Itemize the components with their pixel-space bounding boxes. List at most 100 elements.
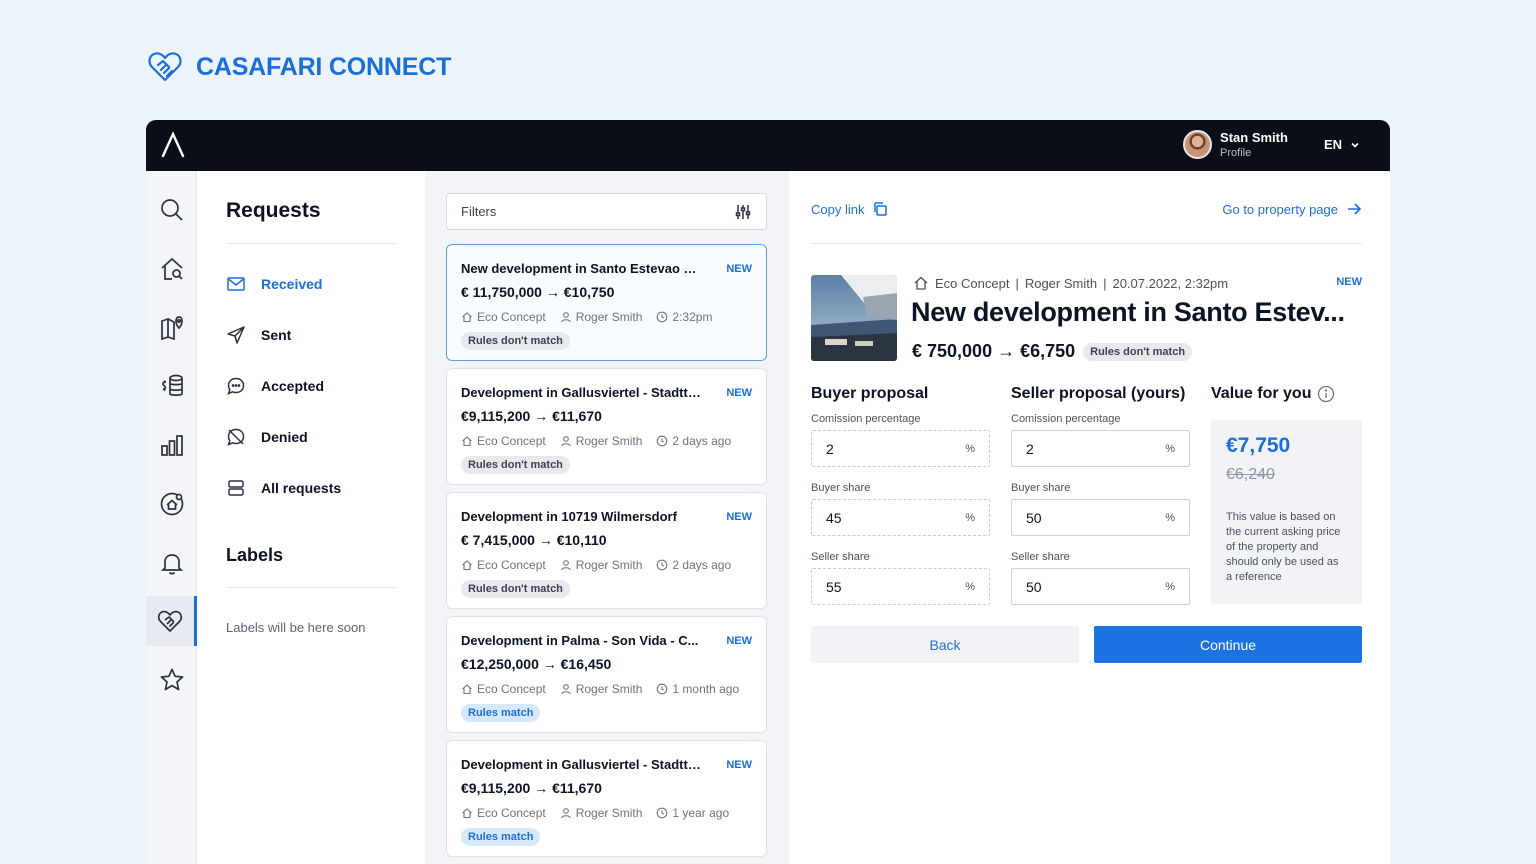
meta-separator: | — [1015, 275, 1019, 291]
handshake-icon — [157, 610, 183, 632]
home-outline-icon — [462, 684, 472, 695]
nav-money[interactable] — [146, 361, 197, 411]
property-title: New development in Santo Estev... — [911, 297, 1345, 327]
seller-buyer-share-input[interactable]: 50 % — [1011, 499, 1190, 536]
back-button[interactable]: Back — [811, 626, 1079, 663]
request-card[interactable]: Development in Gallusviertel - Stadtteil… — [446, 740, 767, 857]
field-value: 50 — [1026, 509, 1042, 526]
percent-sign: % — [965, 442, 975, 455]
icon-sidebar — [146, 171, 197, 864]
continue-button[interactable]: Continue — [1094, 626, 1362, 663]
nav-analytics[interactable] — [146, 420, 197, 470]
value-heading: Value for you — [1211, 385, 1335, 403]
top-bar: Stan Smith Profile EN — [146, 120, 1390, 171]
filters-button[interactable]: Filters — [446, 193, 767, 230]
copy-link-label: Copy link — [811, 201, 865, 217]
nav-accepted[interactable]: Accepted — [226, 376, 324, 396]
seller-commission-input[interactable]: 2 % — [1011, 430, 1190, 467]
seller-commission-label: Comission percentage — [1011, 413, 1121, 425]
bell-icon — [160, 554, 183, 575]
percent-sign: % — [1165, 580, 1175, 593]
percent-sign: % — [965, 580, 975, 593]
request-datetime: 20.07.2022, 2:32pm — [1112, 275, 1229, 291]
meta-separator: | — [1103, 275, 1107, 291]
app-logo-icon[interactable] — [160, 132, 186, 158]
info-icon[interactable] — [1317, 385, 1335, 403]
nav-all-requests[interactable]: All requests — [226, 478, 341, 498]
nav-all-requests-label: All requests — [261, 480, 342, 496]
new-badge: NEW — [726, 510, 752, 523]
card-agent: Roger Smith — [575, 434, 643, 448]
value-old-amount: €6,240 — [1226, 466, 1275, 483]
request-card[interactable]: Development in Palma - Son Vida - C... NE… — [446, 616, 767, 733]
language-label: EN — [1323, 137, 1342, 152]
card-agency: Eco Concept — [477, 558, 546, 572]
go-to-property-link[interactable]: Go to property page — [1222, 201, 1362, 217]
new-badge: NEW — [726, 386, 752, 399]
buyer-buyer-share-field: 45 % — [811, 499, 990, 536]
card-agency: Eco Concept — [477, 310, 546, 324]
value-note: This value is based on the current askin… — [1226, 511, 1341, 583]
card-agent: Roger Smith — [575, 806, 643, 820]
card-title: Development in 10719 Wilmersdorf — [461, 509, 677, 524]
card-agency: Eco Concept — [477, 434, 546, 448]
nav-received[interactable]: Received — [226, 274, 322, 294]
copy-link-button[interactable]: Copy link — [811, 201, 888, 217]
nav-notifications[interactable] — [146, 538, 197, 588]
home-search-icon — [160, 257, 183, 280]
avatar[interactable] — [1183, 130, 1213, 159]
nav-received-label: Received — [261, 276, 323, 292]
buyer-buyer-share-label: Buyer share — [811, 482, 871, 494]
request-detail: Copy link Go to property page Eco Concep… — [789, 171, 1390, 864]
brand-name: CASAFARI CONNECT — [196, 52, 452, 81]
language-selector[interactable]: EN — [1324, 137, 1360, 152]
new-badge: NEW — [726, 262, 752, 275]
rules-tag: Rules don't match — [1083, 342, 1193, 361]
clock-icon — [657, 683, 668, 695]
home-outline-icon — [462, 560, 472, 571]
card-agency: Eco Concept — [477, 682, 546, 696]
nav-favorites[interactable] — [146, 655, 197, 705]
request-card[interactable]: Development in Gallusviertel - Stadtteil… — [446, 368, 767, 485]
nav-map[interactable] — [146, 302, 197, 352]
card-price: €9,115,200 → €11,670 — [461, 408, 602, 424]
card-price: €12,250,000 → €16,450 — [461, 656, 612, 672]
labels-title: Labels — [226, 545, 284, 565]
buyer-seller-share-label: Seller share — [811, 551, 870, 563]
card-title: New development in Santo Estevao E... — [461, 261, 701, 276]
user-icon — [560, 560, 571, 571]
seller-seller-share-input[interactable]: 50 % — [1011, 568, 1190, 605]
nav-sent[interactable]: Sent — [226, 325, 291, 345]
field-value: 2 — [826, 440, 834, 457]
card-price: €9,115,200 → €11,670 — [461, 780, 602, 796]
percent-sign: % — [1165, 442, 1175, 455]
nav-denied[interactable]: Denied — [226, 427, 308, 447]
nav-home-search[interactable] — [146, 244, 197, 294]
value-amount: €7,750 — [1226, 434, 1291, 457]
nav-targets[interactable] — [146, 479, 197, 529]
home-target-icon — [160, 492, 183, 516]
request-card[interactable]: Development in 10719 Wilmersdorf NEW € 7,4… — [446, 492, 767, 609]
field-value: 50 — [1026, 578, 1042, 595]
property-meta: Eco Concept | Roger Smith | 20.07.2022, … — [913, 275, 1228, 291]
nav-denied-label: Denied — [261, 429, 308, 445]
handshake-heart-logo-icon — [148, 52, 182, 82]
new-badge: NEW — [1336, 276, 1362, 288]
card-time: 1 year ago — [672, 806, 730, 820]
requests-nav: Requests Received Sent Accepted Denied A… — [197, 171, 425, 864]
nav-search[interactable] — [146, 185, 197, 235]
bar-chart-icon — [160, 435, 183, 456]
go-to-property-label: Go to property page — [1222, 201, 1338, 217]
seller-proposal-heading: Seller proposal (yours) — [1011, 385, 1186, 402]
card-time: 1 month ago — [672, 682, 740, 696]
brand-header: CASAFARI CONNECT — [148, 50, 451, 84]
card-title: Development in Gallusviertel - Stadtteil — [461, 385, 701, 400]
agent-name: Roger Smith — [1024, 275, 1098, 291]
profile-area[interactable]: Stan Smith Profile EN — [1183, 130, 1360, 159]
request-card[interactable]: New development in Santo Estevao E... NEW… — [446, 244, 767, 361]
nav-connect[interactable] — [146, 596, 197, 646]
seller-buyer-share-label: Buyer share — [1011, 482, 1071, 494]
property-thumbnail — [811, 275, 897, 361]
user-icon — [560, 312, 571, 323]
card-meta: Eco Concept Roger Smith 1 year ago — [461, 806, 752, 820]
